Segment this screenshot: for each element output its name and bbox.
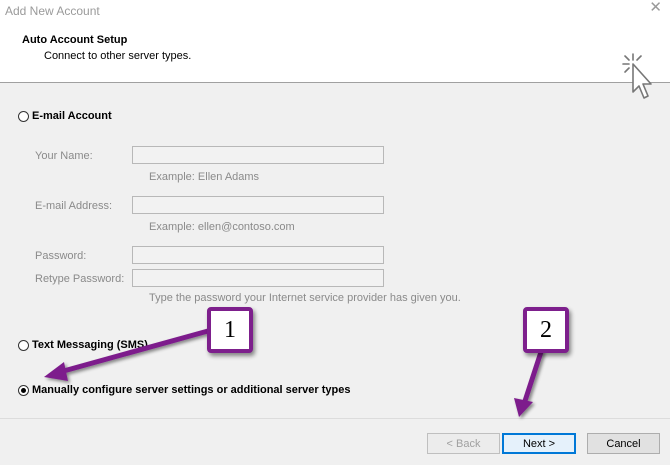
title-bar: Add New Account ✕ [0,0,670,24]
text-messaging-label: Text Messaging (SMS) [32,339,148,351]
retype-password-input[interactable] [132,269,384,287]
callout-step-2: 2 [523,307,569,353]
text-messaging-option[interactable]: Text Messaging (SMS) [18,339,148,351]
email-address-input[interactable] [132,196,384,214]
your-name-label: Your Name: [35,150,93,162]
window-title: Add New Account [5,4,100,18]
text-messaging-radio[interactable] [18,339,29,351]
header-subtitle: Connect to other server types. [44,50,192,62]
wizard-header: Auto Account Setup Connect to other serv… [0,24,670,99]
callout-step-1: 1 [207,307,253,353]
email-address-hint: Example: ellen@contoso.com [149,221,295,233]
back-button[interactable]: < Back [427,433,500,454]
email-account-radio[interactable] [18,110,29,122]
retype-password-label: Retype Password: [35,273,125,285]
manual-configure-label: Manually configure server settings or ad… [32,384,351,396]
password-label: Password: [35,250,87,262]
arrow-to-manual-option [57,328,211,375]
arrow-head-2 [514,398,533,417]
cursor-click-icon [622,53,652,99]
email-account-label: E-mail Account [32,110,112,122]
your-name-input[interactable] [132,146,384,164]
cancel-button[interactable]: Cancel [587,433,660,454]
arrow-to-next-button [521,349,544,407]
email-account-option[interactable]: E-mail Account [18,110,112,122]
next-button[interactable]: Next > [502,433,576,454]
password-input[interactable] [132,246,384,264]
close-icon[interactable]: ✕ [649,0,662,16]
your-name-hint: Example: Ellen Adams [149,171,260,183]
password-hint: Type the password your Internet service … [149,292,461,304]
header-title: Auto Account Setup [22,34,128,46]
wizard-footer: < Back Next > Cancel [0,418,670,465]
email-address-label: E-mail Address: [35,200,113,212]
manual-configure-radio[interactable] [18,384,29,396]
arrow-head-1 [44,362,68,381]
manual-configure-option[interactable]: Manually configure server settings or ad… [18,384,351,396]
